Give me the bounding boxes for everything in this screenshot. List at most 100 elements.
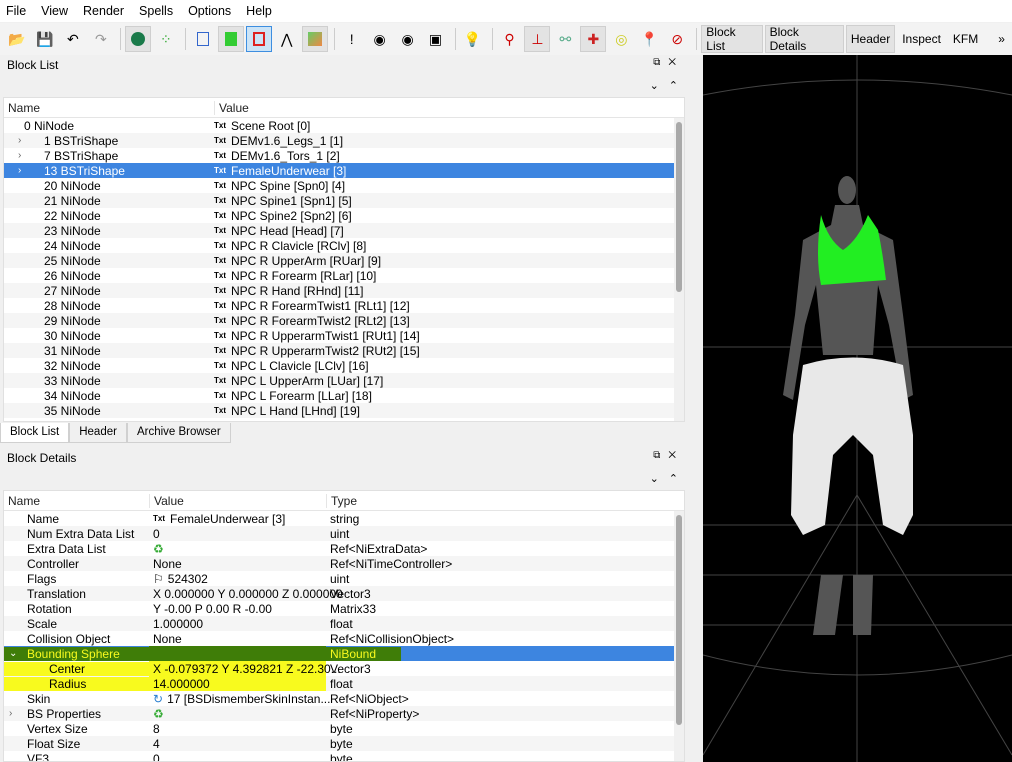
detail-row[interactable]: VF3 0 byte — [4, 751, 684, 762]
detail-row[interactable]: Radius 14.000000 float — [4, 676, 684, 691]
constraints-icon[interactable]: ◎ — [608, 26, 634, 52]
col-value-header[interactable]: Value — [149, 493, 326, 508]
block-details-scrollbar[interactable] — [674, 511, 684, 761]
menu-view[interactable]: View — [41, 4, 68, 18]
3d-viewport[interactable] — [703, 55, 1012, 762]
tab-block-list[interactable]: Block List — [0, 423, 70, 443]
tree-row[interactable]: 22 NiNode Txt NPC Spine2 [Spn2] [6] — [4, 208, 684, 223]
havok-icon[interactable]: ✚ — [580, 26, 607, 52]
toolbar-header-button[interactable]: Header — [845, 25, 896, 53]
chevron-right-icon[interactable]: › — [18, 135, 21, 146]
detail-row[interactable]: Name Txt FemaleUnderwear [3] string — [4, 511, 684, 526]
field-value: 17 [BSDismemberSkinInstan... — [167, 691, 331, 706]
detail-row[interactable]: Scale 1.000000 float — [4, 616, 684, 631]
tree-row[interactable]: 34 NiNode Txt NPC L Forearm [LLar] [18] — [4, 388, 684, 403]
details-collapse-expand-icons[interactable]: ⌄⌃ — [650, 472, 688, 485]
tree-row[interactable]: 21 NiNode Txt NPC Spine1 [Spn1] [5] — [4, 193, 684, 208]
menu-spells[interactable]: Spells — [139, 4, 173, 18]
tree-row[interactable]: › 1 BSTriShape Txt DEMv1.6_Legs_1 [1] — [4, 133, 684, 148]
tree-row[interactable]: 31 NiNode Txt NPC R UpperarmTwist2 [RUt2] … — [4, 343, 684, 358]
tree-row[interactable]: 25 NiNode Txt NPC R UpperArm [RUar] [9] — [4, 253, 684, 268]
nodes-icon[interactable]: ⚲ — [497, 26, 523, 52]
detail-row[interactable]: ⌄ Bounding Sphere NiBound — [4, 646, 684, 661]
tree-row[interactable]: 35 NiNode Txt NPC L Hand [LHnd] [19] — [4, 403, 684, 418]
tree-row[interactable]: 27 NiNode Txt NPC R Hand [RHnd] [11] — [4, 283, 684, 298]
detail-row[interactable]: Rotation Y -0.00 P 0.00 R -0.00 Matrix33 — [4, 601, 684, 616]
toolbar-block-details-button[interactable]: Block Details — [764, 25, 844, 53]
tab-archive-browser[interactable]: Archive Browser — [126, 423, 231, 443]
detail-row[interactable]: Num Extra Data List 0 uint — [4, 526, 684, 541]
menu-file[interactable]: File — [6, 4, 26, 18]
tree-row[interactable]: 29 NiNode Txt NPC R ForearmTwist2 [RLt2] [… — [4, 313, 684, 328]
field-name: VF3 — [27, 751, 50, 762]
field-type: Ref<NiTimeController> — [330, 556, 453, 571]
details-float-close-buttons[interactable]: ⧉✕ — [653, 450, 684, 461]
bounds-icon[interactable] — [190, 26, 216, 52]
eye-icon[interactable]: ◉ — [367, 26, 393, 52]
tree-row[interactable]: 20 NiNode Txt NPC Spine [Spn0] [4] — [4, 178, 684, 193]
block-list-scrollbar[interactable] — [674, 118, 684, 421]
detail-row[interactable]: › BS Properties ♻ Ref<NiProperty> — [4, 706, 684, 721]
toolbar-block-list-button[interactable]: Block List — [701, 25, 763, 53]
chevron-right-icon[interactable]: › — [18, 165, 21, 176]
textures-icon[interactable] — [301, 26, 328, 52]
solid-icon[interactable] — [217, 26, 244, 52]
detail-row[interactable]: Float Size 4 byte — [4, 736, 684, 751]
chevron-down-icon[interactable]: ⌄ — [9, 648, 17, 659]
tree-row[interactable]: › 13 BSTriShape Txt FemaleUnderwear [3] — [4, 163, 684, 178]
field-type: byte — [330, 751, 353, 762]
field-type: NiBound — [326, 646, 401, 661]
detail-row[interactable]: Skin ↻ 17 [BSDismemberSkinInstan... Ref<NiO… — [4, 691, 684, 706]
pants-mesh — [791, 357, 913, 535]
toolbar-kfm-button[interactable]: KFM — [948, 25, 983, 53]
col-type-header[interactable]: Type — [326, 493, 357, 508]
chevron-right-icon[interactable]: › — [18, 150, 21, 161]
col-name-header[interactable]: Name — [4, 101, 214, 115]
detail-row[interactable]: Center X -0.079372 Y 4.392821 Z -22.30...… — [4, 661, 684, 676]
col-value-header[interactable]: Value — [214, 100, 249, 115]
collapse-expand-icons[interactable]: ⌄⌃ — [650, 79, 688, 92]
detail-row[interactable]: Vertex Size 8 byte — [4, 721, 684, 736]
open-icon[interactable]: 📂 — [4, 26, 30, 52]
hidden-icon[interactable]: ! — [339, 26, 365, 52]
detail-row[interactable]: Collision Object None Ref<NiCollisionObjec… — [4, 631, 684, 646]
detail-row[interactable]: Controller None Ref<NiTimeController> — [4, 556, 684, 571]
menu-help[interactable]: Help — [246, 4, 272, 18]
tree-row[interactable]: 32 NiNode Txt NPC L Clavicle [LClv] [16] — [4, 358, 684, 373]
tree-row[interactable]: › 7 BSTriShape Txt DEMv1.6_Tors_1 [2] — [4, 148, 684, 163]
skeleton-icon[interactable]: ⚯ — [552, 26, 578, 52]
tree-row[interactable]: 30 NiNode Txt NPC R UpperarmTwist1 [RUt1] … — [4, 328, 684, 343]
tree-row[interactable]: 28 NiNode Txt NPC R ForearmTwist1 [RLt1] [… — [4, 298, 684, 313]
col-name-header[interactable]: Name — [4, 494, 149, 508]
axes-icon[interactable]: ⊥ — [524, 26, 551, 52]
detail-row[interactable]: Translation X 0.000000 Y 0.000000 Z 0.000… — [4, 586, 684, 601]
text-icon: Txt — [214, 166, 226, 175]
select-object-icon[interactable] — [124, 26, 151, 52]
chevron-right-icon[interactable]: › — [9, 708, 12, 719]
field-name: Controller — [27, 556, 80, 571]
detail-row[interactable]: Extra Data List ♻ Ref<NiExtraData> — [4, 541, 684, 556]
save-icon[interactable]: 💾 — [32, 26, 58, 52]
menu-render[interactable]: Render — [83, 4, 124, 18]
redo-icon[interactable]: ↷ — [88, 26, 114, 52]
markers-icon[interactable]: 📍 — [636, 26, 662, 52]
tree-row[interactable]: ⌄0 NiNodeTxtScene Root [0] — [4, 118, 684, 133]
normals-icon[interactable]: ⋀ — [274, 26, 300, 52]
eye-edit-icon[interactable]: ◉ — [395, 26, 421, 52]
tree-row[interactable]: 24 NiNode Txt NPC R Clavicle [RClv] [8] — [4, 238, 684, 253]
toolbar-overflow-button[interactable]: » — [993, 25, 1010, 53]
detail-row[interactable]: Flags ⚐ 524302 uint — [4, 571, 684, 586]
screenshot-icon[interactable]: ▣ — [423, 26, 449, 52]
wireframe-icon[interactable] — [245, 26, 272, 52]
select-vertex-icon[interactable]: ⁘ — [153, 26, 179, 52]
tree-row[interactable]: 33 NiNode Txt NPC L UpperArm [LUar] [17] — [4, 373, 684, 388]
dock-float-close-buttons[interactable]: ⧉✕ — [653, 57, 684, 68]
tab-header[interactable]: Header — [69, 423, 127, 443]
tree-row[interactable]: 23 NiNode Txt NPC Head [Head] [7] — [4, 223, 684, 238]
light-icon[interactable]: 💡 — [460, 26, 486, 52]
menu-options[interactable]: Options — [188, 4, 231, 18]
toolbar-inspect-button[interactable]: Inspect — [897, 25, 946, 53]
hide-icon[interactable]: ⊘ — [664, 26, 690, 52]
undo-icon[interactable]: ↶ — [60, 26, 86, 52]
tree-row[interactable]: 26 NiNode Txt NPC R Forearm [RLar] [10] — [4, 268, 684, 283]
